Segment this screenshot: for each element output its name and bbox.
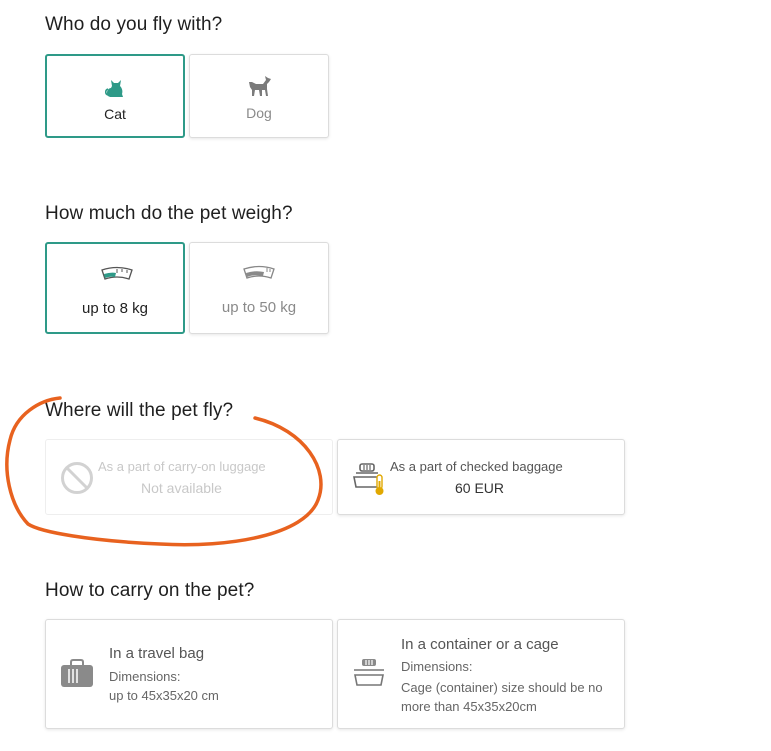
- option-dog[interactable]: Dog: [189, 54, 329, 138]
- option-travel-bag[interactable]: In a travel bag Dimensions: up to 45x35x…: [45, 619, 333, 729]
- option-up-to-8kg[interactable]: up to 8 kg: [45, 242, 185, 334]
- placement-title: Where will the pet fly?: [45, 400, 234, 421]
- scale-icon: [100, 266, 134, 285]
- option-checked-baggage[interactable]: As a part of checked baggage 60 EUR: [337, 439, 625, 515]
- option-up-to-8kg-label: up to 8 kg: [82, 300, 148, 317]
- travel-bag-title: In a travel bag: [109, 645, 205, 662]
- cage-icon: [352, 657, 386, 694]
- travel-bag-dimensions-value: up to 45x35x20 cm: [109, 688, 219, 703]
- option-dog-label: Dog: [246, 105, 272, 121]
- option-up-to-50kg[interactable]: up to 50 kg: [189, 242, 329, 334]
- option-cat-label: Cat: [104, 106, 126, 122]
- scale-icon: [242, 265, 276, 284]
- dog-icon: [246, 73, 272, 102]
- container-cage-dimensions-label: Dimensions:: [401, 659, 473, 674]
- cat-icon: [104, 76, 127, 103]
- checked-baggage-price: 60 EUR: [455, 480, 505, 496]
- option-container-cage[interactable]: In a container or a cage Dimensions: Cag…: [337, 619, 625, 729]
- carry-title: How to carry on the pet?: [45, 580, 255, 601]
- container-cage-title: In a container or a cage: [401, 636, 559, 653]
- no-entry-icon: [60, 461, 94, 500]
- option-up-to-50kg-label: up to 50 kg: [221, 299, 297, 316]
- travel-bag-icon: [60, 659, 94, 694]
- travel-bag-dimensions-label: Dimensions:: [109, 669, 181, 684]
- option-carry-on-luggage: As a part of carry-on luggage Not availa…: [45, 439, 333, 515]
- species-title: Who do you fly with?: [45, 14, 223, 35]
- carry-on-status: Not available: [141, 480, 222, 496]
- container-cage-dimensions-value: Cage (container) size should be no more …: [401, 680, 603, 714]
- carrier-thermometer-icon: [352, 461, 388, 502]
- checked-baggage-label: As a part of checked baggage: [390, 459, 563, 474]
- option-cat[interactable]: Cat: [45, 54, 185, 138]
- weight-title: How much do the pet weigh?: [45, 203, 293, 224]
- carry-on-label: As a part of carry-on luggage: [98, 459, 266, 474]
